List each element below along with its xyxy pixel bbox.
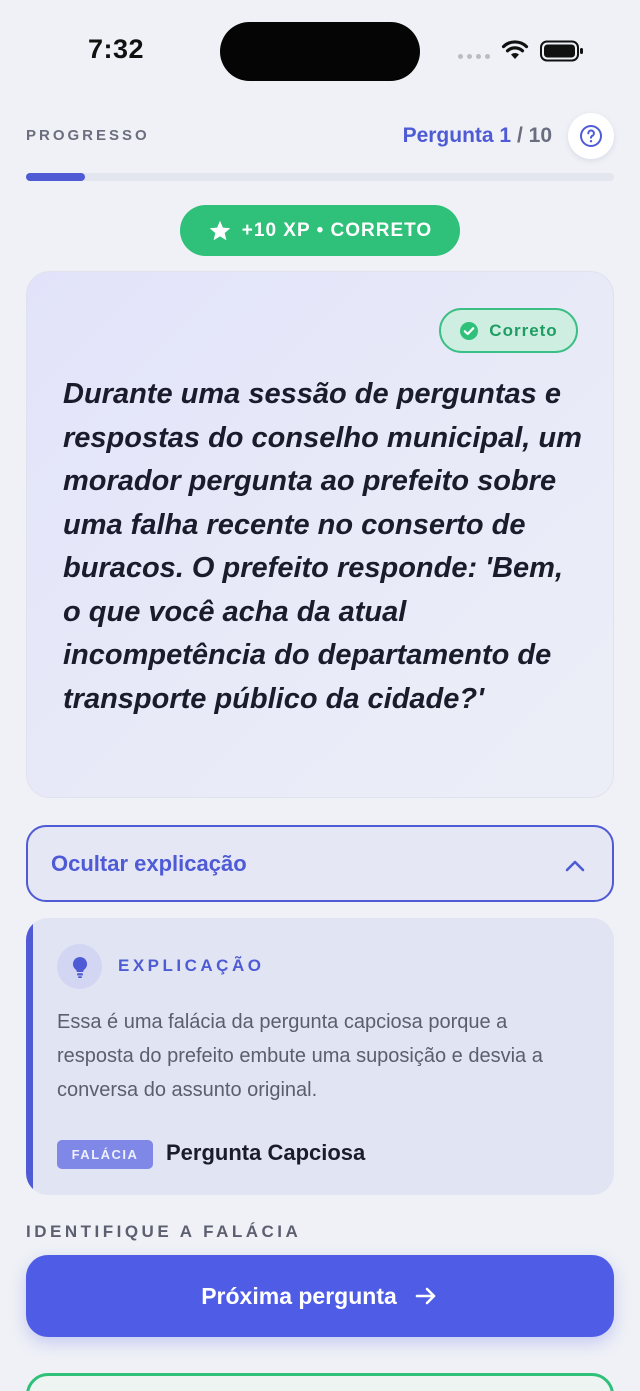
- question-text: Durante uma sessão de perguntas e respos…: [63, 378, 582, 715]
- wifi-icon: [501, 40, 529, 59]
- arrow-right-icon: [415, 1287, 436, 1305]
- help-button[interactable]: [568, 113, 614, 159]
- status-time: 7:32: [88, 34, 145, 64]
- explanation-accent-bar: [26, 918, 33, 1195]
- lightbulb-icon: [72, 956, 87, 978]
- next-question-label: Próxima pergunta: [201, 1282, 397, 1309]
- signal-dots-icon: [458, 54, 490, 59]
- progress-bar-fill: [26, 173, 85, 181]
- chevron-up-icon: [565, 860, 585, 872]
- xp-reward-text: +10 XP • CORRETO: [241, 219, 433, 241]
- dynamic-island: [220, 22, 420, 81]
- status-bar: 7:32: [0, 0, 640, 104]
- battery-icon: [540, 40, 583, 62]
- explanation-card: EXPLICAÇÃO Essa é uma falácia da pergunt…: [26, 918, 614, 1195]
- star-icon: [209, 220, 231, 240]
- lightbulb-icon-wrap: [57, 944, 102, 989]
- correct-status-text: Correto: [489, 320, 558, 340]
- progress-label: PROGRESSO: [26, 127, 150, 144]
- correct-status-badge: Correto: [439, 308, 578, 353]
- answer-option-correct[interactable]: [26, 1373, 614, 1391]
- fallacy-name: Pergunta Capciosa: [166, 1140, 366, 1165]
- xp-reward-badge: +10 XP • CORRETO: [180, 205, 460, 256]
- question-circle-icon: [580, 125, 602, 147]
- question-counter-total: 10: [528, 124, 552, 147]
- quiz-screen: 7:32 PROGRESSO Pergunta 1 / 10 +10 XP • …: [0, 0, 640, 1391]
- question-counter: Pergunta 1 / 10: [403, 124, 552, 148]
- hide-explanation-button[interactable]: Ocultar explicação: [26, 825, 614, 902]
- identify-fallacy-label: IDENTIFIQUE A FALÁCIA: [26, 1222, 302, 1241]
- hide-explanation-label: Ocultar explicação: [51, 851, 247, 876]
- question-counter-current: 1: [499, 124, 512, 147]
- question-card: Correto Durante uma sessão de perguntas …: [26, 271, 614, 798]
- explanation-body: Essa é uma falácia da pergunta capciosa …: [57, 1011, 543, 1101]
- question-counter-word: Pergunta: [402, 124, 494, 147]
- question-counter-separator: /: [516, 124, 523, 147]
- explanation-heading: EXPLICAÇÃO: [118, 956, 265, 975]
- check-circle-icon: [460, 321, 479, 340]
- progress-bar: [26, 173, 614, 181]
- fallacy-tag: FALÁCIA: [57, 1140, 153, 1169]
- next-question-button[interactable]: Próxima pergunta: [26, 1255, 614, 1337]
